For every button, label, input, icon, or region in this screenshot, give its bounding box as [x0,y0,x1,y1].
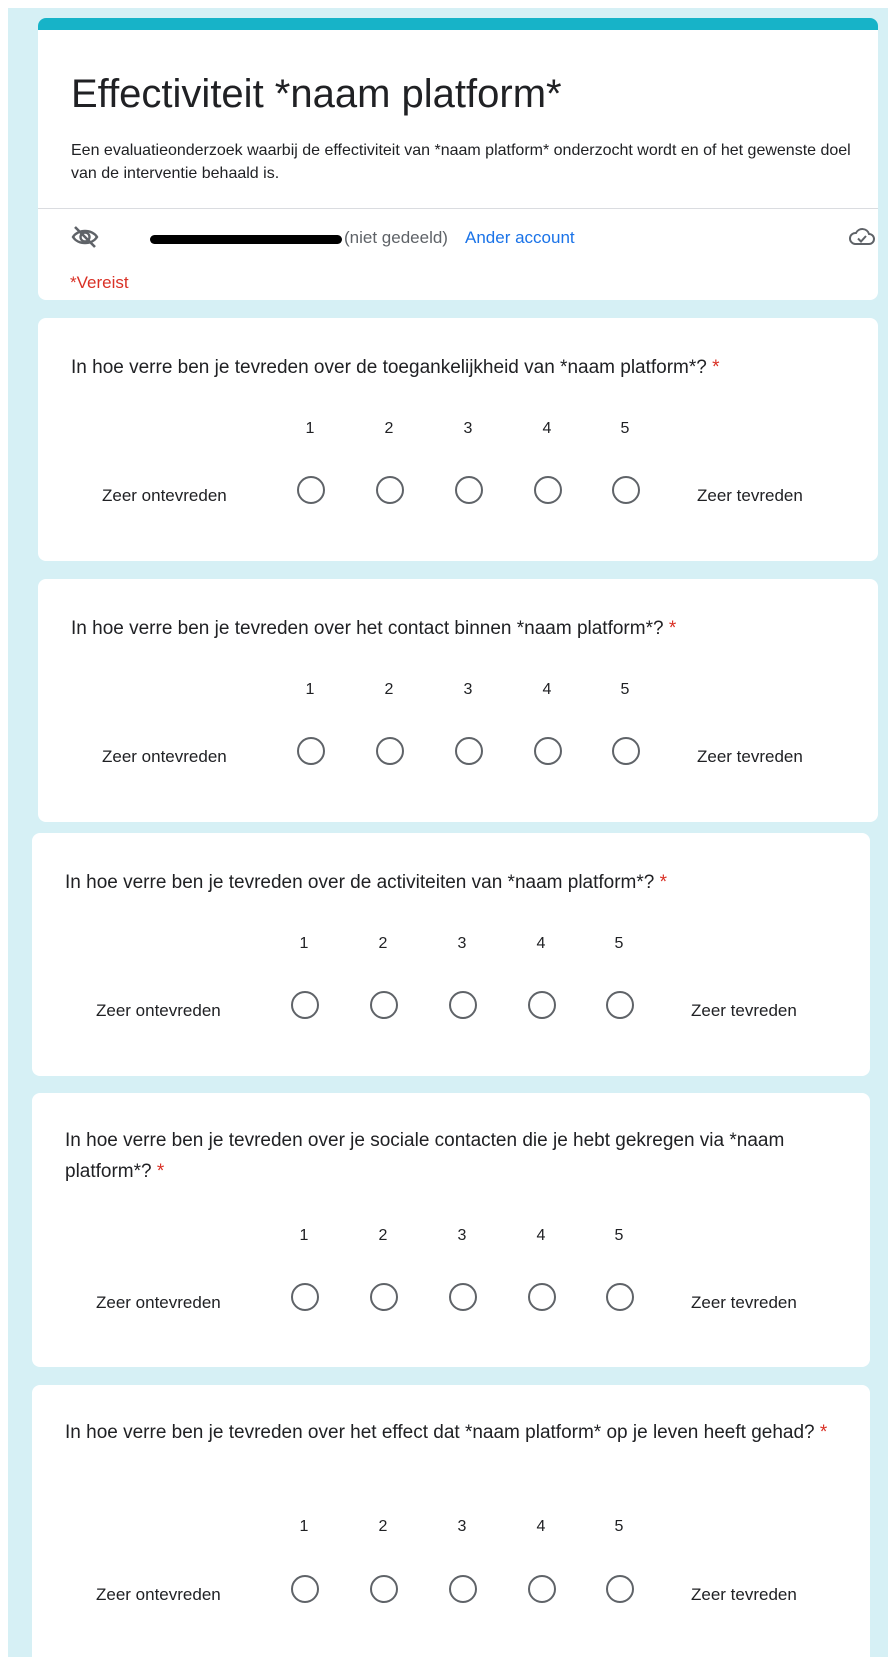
scale-number-4: 4 [542,420,552,437]
account-sharing-status: (niet gedeeld) [344,228,448,247]
question-text: In hoe verre ben je tevreden over het ef… [65,1417,835,1448]
required-asterisk: * [712,357,720,378]
question-label: In hoe verre ben je tevreden over de toe… [71,357,707,378]
radio-option-2[interactable] [370,991,398,1019]
eye-off-icon [70,224,100,255]
radio-option-5[interactable] [612,737,640,765]
scale-number-1: 1 [299,935,309,952]
scale-number-2: 2 [378,1227,388,1244]
radio-option-2[interactable] [376,476,404,504]
scale-high-label: Zeer tevreden [697,486,803,505]
scale-low-label: Zeer ontevreden [96,1293,221,1312]
question-text: In hoe verre ben je tevreden over de act… [65,867,835,898]
scale-low-label: Zeer ontevreden [96,1585,221,1604]
radio-option-1[interactable] [291,991,319,1019]
scale-low-label: Zeer ontevreden [96,1001,221,1020]
scale-number-5: 5 [620,420,630,437]
scale-number-2: 2 [384,681,394,698]
radio-option-5[interactable] [612,476,640,504]
question-card: In hoe verre ben je tevreden over het ef… [32,1385,870,1657]
scale-high-label: Zeer tevreden [697,747,803,766]
radio-option-3[interactable] [449,1283,477,1311]
radio-option-2[interactable] [376,737,404,765]
radio-option-4[interactable] [528,1575,556,1603]
scale-number-3: 3 [457,1518,467,1535]
scale-number-4: 4 [536,935,546,952]
required-asterisk: * [156,1161,165,1182]
form-title: Effectiviteit *naam platform* [71,72,562,116]
radio-option-2[interactable] [370,1283,398,1311]
scale-number-3: 3 [463,420,473,437]
scale-number-3: 3 [457,1227,467,1244]
radio-option-1[interactable] [291,1283,319,1311]
scale-number-5: 5 [614,935,624,952]
scale-high-label: Zeer tevreden [691,1585,797,1604]
question-card: In hoe verre ben je tevreden over het co… [38,579,878,822]
radio-option-4[interactable] [534,737,562,765]
question-label: In hoe verre ben je tevreden over het ef… [65,1422,815,1443]
radio-option-1[interactable] [297,476,325,504]
radio-option-2[interactable] [370,1575,398,1603]
question-card: In hoe verre ben je tevreden over de act… [32,833,870,1076]
radio-option-3[interactable] [449,991,477,1019]
question-text: In hoe verre ben je tevreden over je soc… [65,1125,835,1187]
scale-number-4: 4 [536,1227,546,1244]
scale-number-5: 5 [614,1518,624,1535]
accent-bar [38,18,878,30]
form-header-card: Effectiviteit *naam platform* Een evalua… [38,18,878,300]
question-text: In hoe verre ben je tevreden over het co… [71,613,841,644]
question-label: In hoe verre ben je tevreden over je soc… [65,1130,785,1182]
radio-option-4[interactable] [528,991,556,1019]
scale-number-1: 1 [305,681,315,698]
scale-number-2: 2 [378,1518,388,1535]
divider [38,208,878,209]
scale-number-1: 1 [299,1227,309,1244]
question-label: In hoe verre ben je tevreden over het co… [71,618,664,639]
scale-low-label: Zeer ontevreden [102,486,227,505]
required-note: *Vereist [70,273,129,292]
scale-low-label: Zeer ontevreden [102,747,227,766]
radio-option-3[interactable] [449,1575,477,1603]
radio-option-1[interactable] [297,737,325,765]
radio-option-3[interactable] [455,476,483,504]
radio-option-1[interactable] [291,1575,319,1603]
scale-number-4: 4 [536,1518,546,1535]
question-label: In hoe verre ben je tevreden over de act… [65,872,655,893]
required-asterisk: * [819,1422,828,1443]
question-card: In hoe verre ben je tevreden over de toe… [38,318,878,561]
radio-option-5[interactable] [606,991,634,1019]
scale-number-1: 1 [305,420,315,437]
required-asterisk: * [659,872,668,893]
scale-high-label: Zeer tevreden [691,1001,797,1020]
account-row: (niet gedeeld) Ander account [70,223,875,255]
scale-number-5: 5 [620,681,630,698]
scale-number-3: 3 [463,681,473,698]
scale-high-label: Zeer tevreden [691,1293,797,1312]
radio-option-5[interactable] [606,1575,634,1603]
scale-number-1: 1 [299,1518,309,1535]
radio-option-4[interactable] [528,1283,556,1311]
cloud-check-icon [848,225,876,254]
question-text: In hoe verre ben je tevreden over de toe… [71,352,841,383]
switch-account-link[interactable]: Ander account [465,228,575,248]
radio-option-5[interactable] [606,1283,634,1311]
form-description: Een evaluatieonderzoek waarbij de effect… [71,142,851,182]
scale-number-2: 2 [378,935,388,952]
radio-option-4[interactable] [534,476,562,504]
required-asterisk: * [668,618,677,639]
question-card: In hoe verre ben je tevreden over je soc… [32,1093,870,1367]
scale-number-3: 3 [457,935,467,952]
scale-number-5: 5 [614,1227,624,1244]
redacted-email [150,235,342,244]
scale-number-4: 4 [542,681,552,698]
radio-option-3[interactable] [455,737,483,765]
scale-number-2: 2 [384,420,394,437]
